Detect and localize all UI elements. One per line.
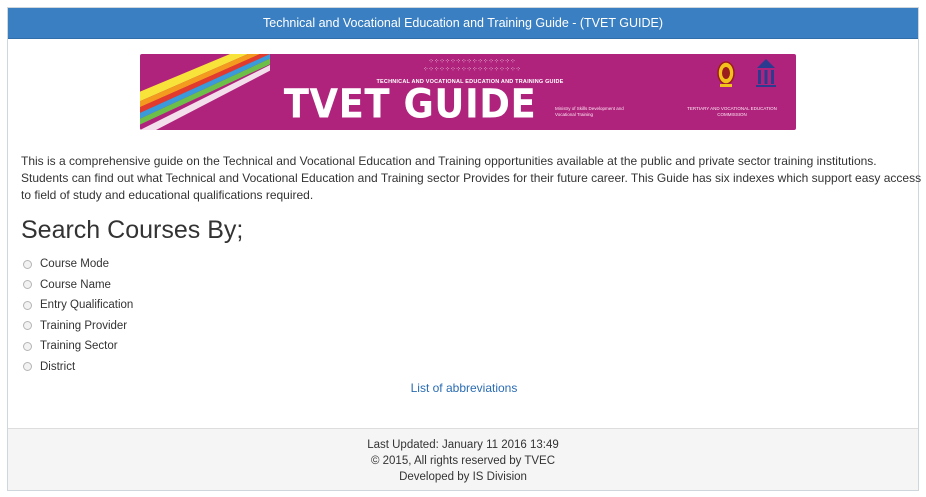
option-label: Training Sector — [40, 340, 118, 353]
copyright-text: © 2015, All rights reserved by TVEC — [370, 455, 556, 467]
radio-button-icon[interactable] — [23, 259, 32, 269]
option-label: Training Provider — [40, 319, 128, 332]
option-course-name[interactable]: Course Name — [23, 275, 133, 296]
option-training-provider[interactable]: Training Provider — [23, 316, 133, 337]
page-frame: Technical and Vocational Education and T… — [7, 7, 921, 491]
developer-credit: Developed by IS Division — [399, 471, 527, 483]
ministry-name: Ministry of Skills Development and Vocat… — [555, 106, 624, 117]
search-options-list: Course Mode Course Name Entry Qualificat… — [23, 254, 133, 377]
banner-native-script: ⁘⁘⁘⁘⁘⁘⁘⁘⁘⁘⁘⁘⁘⁘⁘⁘ ⁘⁘⁘⁘⁘⁘⁘⁘⁘⁘⁘⁘⁘⁘⁘⁘⁘⁘ — [422, 58, 522, 73]
commission-name: TERTIARY AND VOCATIONAL EDUCATION COMMIS… — [687, 106, 777, 117]
header-title: Technical and Vocational Education and T… — [263, 16, 663, 30]
option-training-sector[interactable]: Training Sector — [23, 336, 133, 357]
intro-paragraph: This is a comprehensive guide on the Tec… — [21, 154, 922, 202]
banner-title: TVET GUIDE 2016 — [283, 80, 537, 130]
page-footer: Last Updated: January 11 2016 13:49 © 20… — [8, 428, 918, 490]
option-label: Entry Qualification — [40, 299, 134, 312]
search-heading: Search Courses By; — [21, 216, 244, 244]
page-header: Technical and Vocational Education and T… — [8, 8, 918, 39]
national-emblem-icon — [717, 61, 735, 87]
tvet-banner: ⁘⁘⁘⁘⁘⁘⁘⁘⁘⁘⁘⁘⁘⁘⁘⁘ ⁘⁘⁘⁘⁘⁘⁘⁘⁘⁘⁘⁘⁘⁘⁘⁘⁘⁘ TECHN… — [140, 54, 796, 130]
radio-button-icon[interactable] — [23, 362, 32, 372]
radio-button-icon[interactable] — [23, 300, 32, 310]
radio-button-icon[interactable] — [23, 280, 32, 290]
radio-button-icon[interactable] — [23, 341, 32, 351]
radio-button-icon[interactable] — [23, 321, 32, 331]
option-label: District — [40, 360, 76, 373]
option-district[interactable]: District — [23, 357, 133, 378]
abbreviations-link[interactable]: List of abbreviations — [8, 381, 920, 395]
tvec-logo-icon — [756, 59, 776, 87]
option-label: Course Mode — [40, 258, 110, 271]
last-updated-text: Last Updated: January 11 2016 13:49 — [367, 439, 559, 451]
option-label: Course Name — [40, 278, 111, 291]
option-course-mode[interactable]: Course Mode — [23, 254, 133, 275]
option-entry-qualification[interactable]: Entry Qualification — [23, 295, 133, 316]
